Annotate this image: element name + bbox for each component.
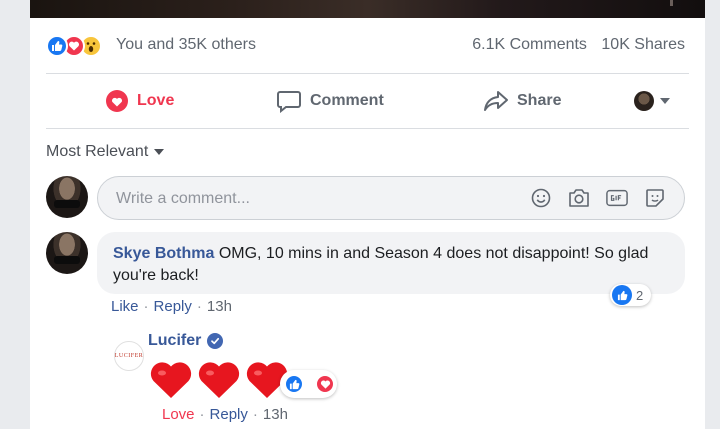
comment-sort-dropdown[interactable]: Most Relevant [46, 143, 165, 161]
post-stats: 6.1K Comments 10K Shares [462, 36, 685, 54]
comment-meta: Like · Reply · 13h [111, 298, 232, 315]
avatar[interactable] [46, 232, 88, 274]
reply-author-row: Lucifer [148, 332, 224, 350]
chevron-down-icon [660, 98, 670, 104]
comment-button[interactable]: Comment [276, 88, 384, 114]
camera-icon[interactable] [568, 188, 590, 208]
love-icon [106, 90, 128, 112]
comment-reaction-count[interactable]: 2 [610, 284, 652, 306]
comment-bubble: Skye Bothma OMG, 10 mins in and Season 4… [97, 232, 685, 294]
emoji-icon[interactable] [530, 188, 552, 208]
comment-icon [277, 91, 301, 113]
reply-meta: Love · Reply · 13h [162, 406, 288, 423]
shares-count[interactable]: 10K Shares [601, 36, 685, 53]
verified-icon [207, 333, 224, 349]
sticker-icon[interactable] [644, 188, 666, 208]
comments-count[interactable]: 6.1K Comments [472, 36, 587, 53]
like-icon [612, 285, 632, 305]
reactions-summary: You and 35K others 6.1K Comments 10K Sha… [30, 32, 705, 60]
comment-body: Skye Bothma OMG, 10 mins in and Season 4… [113, 243, 673, 287]
reply-link[interactable]: Reply [210, 406, 248, 423]
reply-timestamp[interactable]: 13h [263, 406, 288, 423]
avatar [634, 91, 654, 111]
love-icon [315, 374, 335, 394]
heart-emoji-icon [198, 362, 240, 398]
post-as-selector[interactable] [634, 88, 670, 114]
page-avatar[interactable]: LUCIFER [114, 341, 144, 371]
comment-label: Comment [310, 92, 384, 109]
reply-hearts [148, 357, 290, 401]
share-button[interactable]: Share [483, 88, 561, 114]
love-label: Love [137, 92, 175, 109]
sort-label: Most Relevant [46, 143, 149, 160]
composer-tools [530, 188, 666, 208]
divider [46, 73, 689, 74]
chevron-down-icon [154, 149, 165, 155]
comment-timestamp[interactable]: 13h [207, 298, 232, 315]
share-label: Share [517, 92, 562, 109]
action-bar: Love Comment Share [30, 82, 705, 120]
reaction-summary-text[interactable]: You and 35K others [116, 36, 256, 54]
like-icon [46, 35, 68, 57]
divider [46, 128, 689, 129]
video-preview[interactable] [30, 0, 705, 18]
reply-author[interactable]: Lucifer [148, 332, 201, 350]
like-link[interactable]: Like [111, 298, 139, 315]
reply-reaction-count[interactable]: 2 [280, 370, 338, 398]
like-icon [284, 374, 304, 394]
gif-icon[interactable] [606, 188, 628, 208]
love-link[interactable]: Love [162, 406, 195, 423]
comment-composer [97, 176, 685, 221]
reaction-count: 2 [636, 287, 644, 303]
video-bar [670, 0, 673, 6]
love-button[interactable]: Love [105, 88, 174, 114]
reply-link[interactable]: Reply [154, 298, 192, 315]
comment-input[interactable] [114, 177, 498, 221]
avatar[interactable] [46, 176, 88, 218]
heart-emoji-icon [150, 362, 192, 398]
post-card: You and 35K others 6.1K Comments 10K Sha… [30, 0, 705, 429]
share-icon [484, 91, 508, 111]
logo-text: LUCIFER [114, 353, 144, 359]
comment-author[interactable]: Skye Bothma [113, 245, 214, 262]
reaction-icons[interactable] [46, 35, 116, 57]
